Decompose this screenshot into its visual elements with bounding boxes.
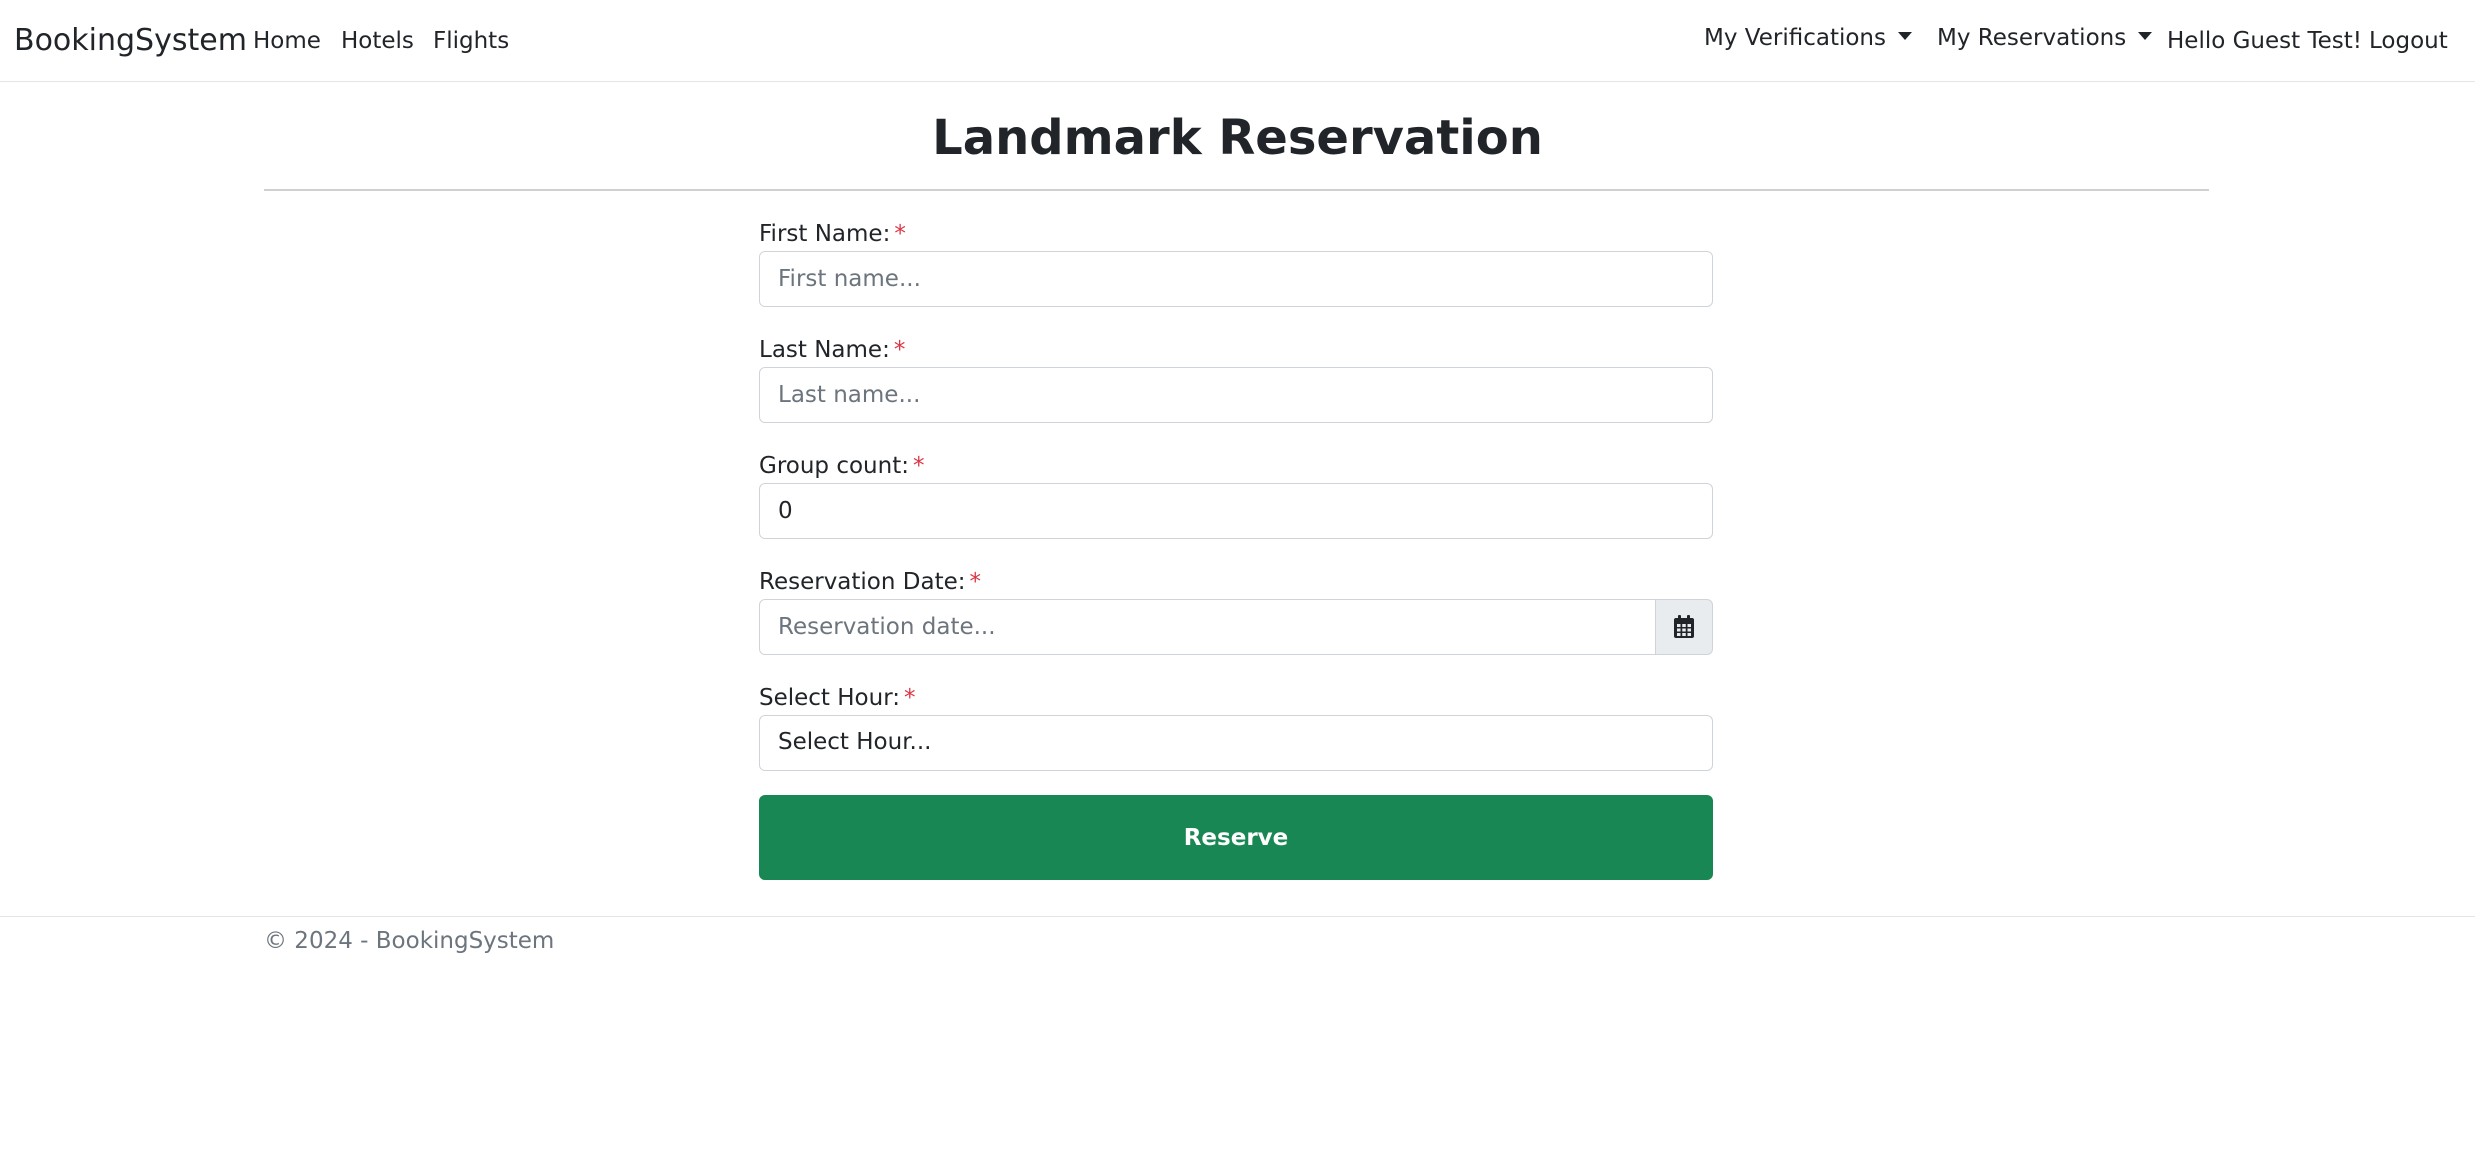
first-name-label-text: First Name: <box>759 221 891 247</box>
last-name-label-text: Last Name: <box>759 337 890 363</box>
caret-down-icon <box>1897 31 1912 40</box>
reservation-date-input[interactable] <box>759 599 1656 655</box>
footer-copyright: © 2024 - BookingSystem <box>264 928 555 954</box>
required-marker: * <box>904 685 916 711</box>
required-marker: * <box>894 221 906 247</box>
caret-down-icon <box>2138 31 2153 40</box>
group-count-label: Group count: * <box>759 450 924 482</box>
brand-logo-link[interactable]: BookingSystem <box>14 20 247 62</box>
select-hour-label-text: Select Hour: <box>759 685 901 711</box>
logout-link[interactable]: Logout <box>2369 24 2448 58</box>
reservation-date-label-text: Reservation Date: <box>759 569 966 595</box>
required-marker: * <box>912 453 925 479</box>
top-navbar: BookingSystem Home Hotels Flights My Ver… <box>0 0 2475 82</box>
first-name-label: First Name: * <box>759 218 906 250</box>
date-picker-button[interactable] <box>1655 599 1713 655</box>
reserve-button[interactable]: Reserve <box>759 795 1713 880</box>
first-name-input[interactable] <box>759 251 1713 307</box>
dropdown-my-verifications-label: My Verifications <box>1704 25 1886 51</box>
calendar-icon <box>1674 615 1694 638</box>
nav-link-home[interactable]: Home <box>253 24 321 58</box>
group-count-input[interactable] <box>759 483 1713 539</box>
reservation-date-label: Reservation Date: * <box>759 566 981 598</box>
title-divider <box>264 189 2209 191</box>
required-marker: * <box>893 337 906 363</box>
required-marker: * <box>969 569 981 595</box>
user-greeting-link[interactable]: Hello Guest Test! <box>2167 24 2362 58</box>
last-name-label: Last Name: * <box>759 334 905 366</box>
select-hour-dropdown[interactable]: Select Hour... <box>759 715 1713 771</box>
footer: © 2024 - BookingSystem <box>0 916 2475 976</box>
select-hour-value: Select Hour... <box>778 729 932 755</box>
dropdown-my-verifications[interactable]: My Verifications <box>1704 21 1912 55</box>
last-name-input[interactable] <box>759 367 1713 423</box>
group-count-label-text: Group count: <box>759 453 909 479</box>
dropdown-my-reservations[interactable]: My Reservations <box>1937 21 2153 55</box>
select-hour-label: Select Hour: * <box>759 682 916 714</box>
page-title: Landmark Reservation <box>932 110 1543 166</box>
nav-link-flights[interactable]: Flights <box>433 24 509 58</box>
dropdown-my-reservations-label: My Reservations <box>1937 25 2127 51</box>
nav-link-hotels[interactable]: Hotels <box>341 24 414 58</box>
